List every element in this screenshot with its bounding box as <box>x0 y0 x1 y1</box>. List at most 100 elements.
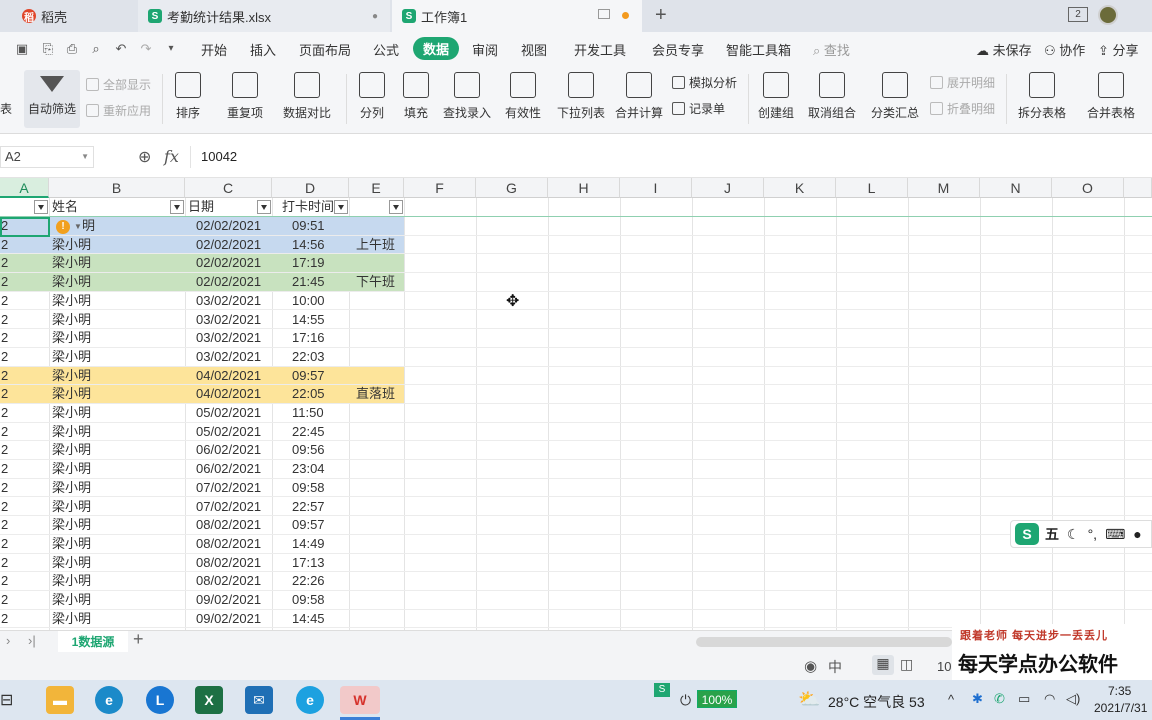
table-row[interactable]: 2 梁小明 05/02/2021 11:50 <box>0 404 1152 423</box>
lookup-entry-button[interactable]: 查找录入 <box>442 70 492 128</box>
cell-date[interactable]: 09/02/2021 <box>196 591 261 609</box>
normal-view-icon[interactable]: ▦ <box>872 655 894 675</box>
table-row[interactable]: 2 梁小明 03/02/2021 14:55 <box>0 311 1152 330</box>
cell-time[interactable]: 14:45 <box>292 610 325 628</box>
task-view-icon[interactable]: ⊟ <box>0 690 13 710</box>
cell-id[interactable]: 2 <box>1 479 8 497</box>
cell-id[interactable]: 2 <box>1 535 8 553</box>
fill-button[interactable]: 填充 <box>398 70 434 128</box>
cell-time[interactable]: 09:57 <box>292 516 325 534</box>
cell-id[interactable]: 2 <box>1 404 8 422</box>
chevron-down-icon[interactable]: ▼ <box>74 222 82 231</box>
table-row[interactable]: 2 梁小明 03/02/2021 17:16 <box>0 329 1152 348</box>
cell-time[interactable]: 14:49 <box>292 535 325 553</box>
prev-sheet-icon[interactable]: › <box>6 633 10 648</box>
table-row[interactable]: 2 梁小明 08/02/2021 22:26 <box>0 572 1152 591</box>
cell-name[interactable]: 梁小明 <box>52 572 91 590</box>
cell-id[interactable]: 2 <box>1 273 8 291</box>
cell-name[interactable]: 梁小明 <box>52 329 91 347</box>
filter-dropdown-icon[interactable] <box>34 200 48 214</box>
column-header-h[interactable]: H <box>548 178 620 198</box>
menu-page-layout[interactable]: 页面布局 <box>299 40 351 59</box>
cell-date[interactable]: 05/02/2021 <box>196 423 261 441</box>
menu-view[interactable]: 视图 <box>521 40 547 59</box>
cell-time[interactable]: 17:16 <box>292 329 325 347</box>
battery-indicator[interactable]: 100% <box>697 690 737 708</box>
l-app-icon[interactable]: L <box>146 686 174 714</box>
menu-developer[interactable]: 开发工具 <box>574 40 626 59</box>
cell-name[interactable]: 梁小明 <box>52 292 91 310</box>
edge-icon[interactable]: e <box>95 686 123 714</box>
sheet-grid[interactable]: A B C D E F G H I J K L M N O 姓名 日期 打卡时间… <box>0 178 1152 630</box>
menu-member[interactable]: 会员专享 <box>652 40 704 59</box>
column-header-f[interactable]: F <box>404 178 476 198</box>
ime-toolbar[interactable]: S 五 ☾ °, ⌨ ● <box>1010 520 1152 548</box>
create-group-button[interactable]: 创建组 <box>756 70 796 128</box>
table-row[interactable]: 2 梁小明 09/02/2021 09:58 <box>0 591 1152 610</box>
cell-date[interactable]: 07/02/2021 <box>196 498 261 516</box>
cell-date[interactable]: 08/02/2021 <box>196 554 261 572</box>
cell-time[interactable]: 22:26 <box>292 572 325 590</box>
search-box[interactable]: ⌕ 查找 <box>813 40 850 59</box>
moon-icon[interactable]: ☾ <box>1067 526 1080 543</box>
window-count-badge[interactable]: 2 <box>1068 7 1088 22</box>
cell-id[interactable]: 2 <box>1 516 8 534</box>
cell-date[interactable]: 03/02/2021 <box>196 311 261 329</box>
cell-id[interactable]: 2 <box>1 554 8 572</box>
column-header-o[interactable]: O <box>1052 178 1124 198</box>
last-sheet-icon[interactable]: ›| <box>28 633 36 648</box>
undo-icon[interactable]: ↶ <box>113 41 129 57</box>
wps-icon[interactable]: W <box>340 686 380 714</box>
page-layout-view-icon[interactable]: ◫ <box>900 656 913 673</box>
zoom-level[interactable]: 10 <box>937 659 951 674</box>
cell-shift[interactable]: 直落班 <box>356 385 395 403</box>
cell-name[interactable]: 梁小明 <box>52 404 91 422</box>
cell-name[interactable]: 明 <box>82 217 95 235</box>
cell-name[interactable]: 梁小明 <box>52 479 91 497</box>
table-row[interactable]: 2 梁小明 06/02/2021 09:56 <box>0 441 1152 461</box>
filter-dropdown-icon[interactable] <box>389 200 403 214</box>
new-tab-icon[interactable]: + <box>655 4 667 27</box>
cell-date[interactable]: 07/02/2021 <box>196 479 261 497</box>
plug-icon[interactable]: ⏻ <box>680 692 691 709</box>
menu-data[interactable]: 数据 <box>413 37 460 60</box>
volume-icon[interactable]: ◁) <box>1066 691 1080 707</box>
column-header-l[interactable]: L <box>836 178 908 198</box>
cell-id[interactable]: 2 <box>1 367 8 385</box>
cell-date[interactable]: 02/02/2021 <box>196 273 261 291</box>
column-header-b[interactable]: B <box>49 178 185 198</box>
table-row[interactable]: 2 梁小明 04/02/2021 22:05 直落班 <box>0 385 1152 404</box>
column-header-i[interactable]: I <box>620 178 692 198</box>
cell-time[interactable]: 11:50 <box>292 404 324 422</box>
cell-id[interactable]: 2 <box>1 423 8 441</box>
cell-name[interactable]: 梁小明 <box>52 610 91 628</box>
compare-button[interactable]: 数据对比 <box>278 70 336 128</box>
cell-id[interactable]: 2 <box>1 348 8 366</box>
cell-name[interactable]: 梁小明 <box>52 273 91 291</box>
cell-date[interactable]: 02/02/2021 <box>196 236 261 254</box>
clock-date[interactable]: 2021/7/31 <box>1094 701 1147 715</box>
filter-dropdown-icon[interactable] <box>257 200 271 214</box>
column-header-j[interactable]: J <box>692 178 764 198</box>
table-row[interactable]: 2 梁小明 07/02/2021 09:58 <box>0 479 1152 498</box>
column-header-n[interactable]: N <box>980 178 1052 198</box>
cell-name[interactable]: 梁小明 <box>52 348 91 366</box>
what-if-button[interactable]: 模拟分析 <box>672 74 737 91</box>
cell-name[interactable]: 梁小明 <box>52 423 91 441</box>
battery-icon[interactable]: ▭ <box>1018 691 1030 707</box>
cell-shift[interactable]: 下午班 <box>356 273 395 291</box>
formula-input[interactable]: 10042 <box>190 146 1152 168</box>
filter-dropdown-icon[interactable] <box>170 200 184 214</box>
weather-text[interactable]: 28°C 空气良 53 <box>828 692 925 712</box>
column-header-p[interactable] <box>1124 178 1152 198</box>
table-row[interactable]: 2 梁小明 05/02/2021 22:45 <box>0 423 1152 442</box>
cell-time[interactable]: 14:56 <box>292 236 325 254</box>
collab-button[interactable]: ⚇ 协作 <box>1044 40 1085 59</box>
cell-date[interactable]: 06/02/2021 <box>196 441 261 459</box>
add-sheet-icon[interactable]: + <box>133 629 144 650</box>
excel-icon[interactable]: X <box>195 686 223 714</box>
cell-name[interactable]: 梁小明 <box>52 591 91 609</box>
clock-time[interactable]: 7:35 <box>1108 684 1131 698</box>
cell-id[interactable]: 2 <box>1 460 8 478</box>
cell-name[interactable]: 梁小明 <box>52 311 91 329</box>
